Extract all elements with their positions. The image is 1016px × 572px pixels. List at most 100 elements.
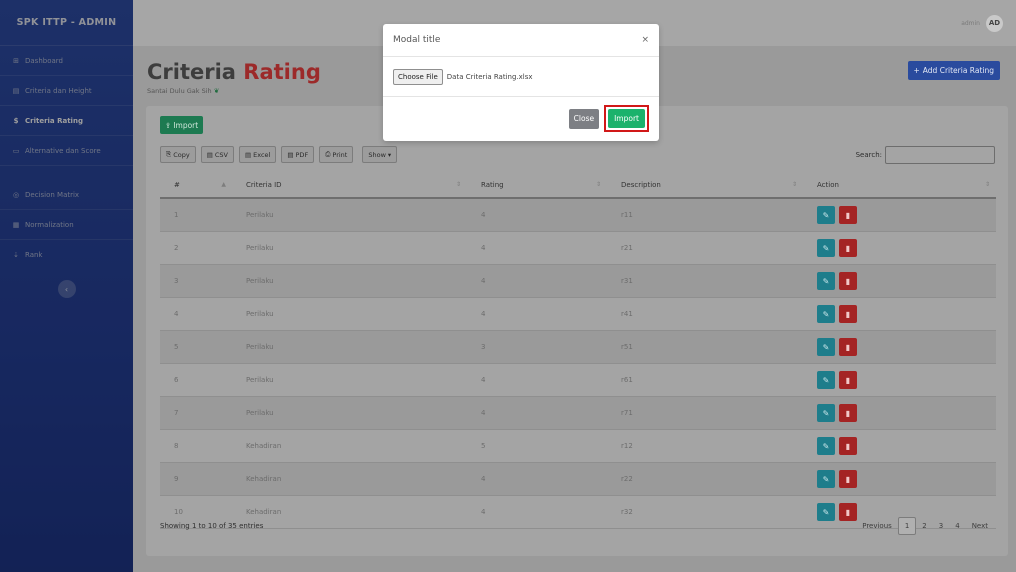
delete-button[interactable]: ▮	[839, 503, 857, 521]
pagination-page-3[interactable]: 3	[933, 517, 949, 535]
cell-action: ✎ ▮	[803, 297, 996, 331]
column-header-rating[interactable]: Rating ⇕	[467, 172, 607, 199]
criteria-rating-table: # ▲ Criteria ID ⇕ Rating ⇕ Description ⇕ Act…	[160, 172, 996, 529]
column-header-action[interactable]: Action ⇕	[803, 172, 996, 199]
cell-rating: 4	[467, 363, 607, 397]
cell-number: 2	[160, 231, 232, 265]
print-icon: ⎙	[325, 150, 331, 158]
edit-button[interactable]: ✎	[817, 305, 835, 323]
modal-close-button[interactable]: Close	[568, 108, 600, 129]
add-criteria-rating-button[interactable]: + Add Criteria Rating	[907, 61, 1000, 80]
modal-title: Modal title	[393, 35, 441, 45]
cell-rating: 4	[467, 462, 607, 496]
csv-label: CSV	[214, 150, 228, 159]
export-buttons: ⎘ Copy ▤ CSV ▤ Excel ▤ PDF ⎙ Print Show …	[160, 146, 398, 163]
pagination-next[interactable]: Next	[966, 517, 994, 535]
cell-rating: 4	[467, 198, 607, 232]
pagination-previous[interactable]: Previous	[856, 517, 898, 535]
trash-icon: ▮	[845, 276, 851, 286]
pagination: Previous 1 2 3 4 Next	[856, 517, 994, 535]
csv-button[interactable]: ▤ CSV	[200, 146, 234, 163]
file-icon: ▤	[206, 150, 213, 159]
delete-button[interactable]: ▮	[839, 206, 857, 224]
delete-button[interactable]: ▮	[839, 338, 857, 356]
modal-close-icon[interactable]: ×	[641, 35, 649, 45]
cell-description: r51	[607, 330, 803, 364]
subtitle-text: Santai Dulu Gak Sih	[147, 87, 212, 95]
modal-header: Modal title ×	[383, 24, 659, 57]
edit-button[interactable]: ✎	[817, 470, 835, 488]
page-title-part1: Criteria	[147, 60, 244, 84]
search-input[interactable]	[885, 146, 995, 164]
cell-rating: 4	[467, 264, 607, 298]
edit-icon: ✎	[822, 342, 830, 352]
delete-button[interactable]: ▮	[839, 305, 857, 323]
import-button-label: Import	[173, 120, 199, 130]
cell-criteria: Perilaku	[232, 264, 467, 298]
choose-file-button[interactable]: Choose File	[393, 68, 443, 85]
table-row: 1 Perilaku 4 r11 ✎ ▮	[160, 198, 996, 232]
delete-button[interactable]: ▮	[839, 272, 857, 290]
table-row: 9 Kehadiran 4 r22 ✎ ▮	[160, 462, 996, 496]
table-header-row: # ▲ Criteria ID ⇕ Rating ⇕ Description ⇕ Act…	[160, 172, 996, 199]
delete-button[interactable]: ▮	[839, 404, 857, 422]
cell-number: 7	[160, 396, 232, 430]
pdf-button[interactable]: ▤ PDF	[281, 146, 315, 163]
import-button[interactable]: ⇪ Import	[160, 116, 204, 134]
sort-icon: ⇕	[984, 181, 990, 188]
file-icon: ▤	[287, 150, 294, 159]
upload-icon: ⇪	[165, 120, 172, 130]
cell-action: ✎ ▮	[803, 198, 996, 232]
trash-icon: ▮	[845, 243, 851, 253]
column-header-description[interactable]: Description ⇕	[607, 172, 803, 199]
edit-icon: ✎	[822, 507, 830, 517]
excel-button[interactable]: ▤ Excel	[238, 146, 277, 163]
edit-button[interactable]: ✎	[817, 338, 835, 356]
cell-description: r32	[607, 495, 803, 529]
copy-button[interactable]: ⎘ Copy	[160, 146, 196, 163]
pagination-page-1[interactable]: 1	[897, 517, 917, 535]
trash-icon: ▮	[845, 441, 851, 451]
modal-backdrop-sidebar	[0, 0, 133, 572]
caret-down-icon: ▾	[387, 150, 392, 159]
edit-button[interactable]: ✎	[817, 272, 835, 290]
edit-button[interactable]: ✎	[817, 371, 835, 389]
cell-description: r41	[607, 297, 803, 331]
delete-button[interactable]: ▮	[839, 239, 857, 257]
delete-button[interactable]: ▮	[839, 371, 857, 389]
cell-number: 3	[160, 264, 232, 298]
edit-icon: ✎	[822, 210, 830, 220]
edit-button[interactable]: ✎	[817, 206, 835, 224]
show-entries-dropdown[interactable]: Show ▾	[362, 146, 398, 163]
cell-action: ✎ ▮	[803, 396, 996, 430]
modal-import-button[interactable]: Import	[608, 109, 645, 128]
edit-button[interactable]: ✎	[817, 239, 835, 257]
edit-button[interactable]: ✎	[817, 437, 835, 455]
cell-criteria: Perilaku	[232, 396, 467, 430]
show-label: Show	[368, 150, 386, 159]
trash-icon: ▮	[845, 342, 851, 352]
print-button[interactable]: ⎙ Print	[319, 146, 354, 163]
pagination-page-4[interactable]: 4	[949, 517, 965, 535]
edit-icon: ✎	[822, 375, 830, 385]
selected-file-name: Data Criteria Rating.xlsx	[446, 72, 533, 81]
delete-button[interactable]: ▮	[839, 470, 857, 488]
cell-number: 5	[160, 330, 232, 364]
sort-asc-icon: ▲	[221, 181, 226, 188]
copy-label: Copy	[173, 150, 190, 159]
edit-button[interactable]: ✎	[817, 503, 835, 521]
trash-icon: ▮	[845, 507, 851, 517]
pagination-page-2[interactable]: 2	[916, 517, 932, 535]
table-row: 2 Perilaku 4 r21 ✎ ▮	[160, 231, 996, 265]
column-header-criteria-id[interactable]: Criteria ID ⇕	[232, 172, 467, 199]
edit-button[interactable]: ✎	[817, 404, 835, 422]
page-heading: Criteria Rating Santai Dulu Gak Sih ❦	[147, 60, 321, 95]
avatar[interactable]: AD	[986, 14, 1003, 32]
column-header-number[interactable]: # ▲	[160, 172, 232, 199]
edit-icon: ✎	[822, 474, 830, 484]
delete-button[interactable]: ▮	[839, 437, 857, 455]
excel-label: Excel	[253, 150, 271, 159]
cell-description: r22	[607, 462, 803, 496]
page-title-accent: Rating	[243, 60, 321, 84]
user-name[interactable]: admin	[961, 20, 980, 27]
